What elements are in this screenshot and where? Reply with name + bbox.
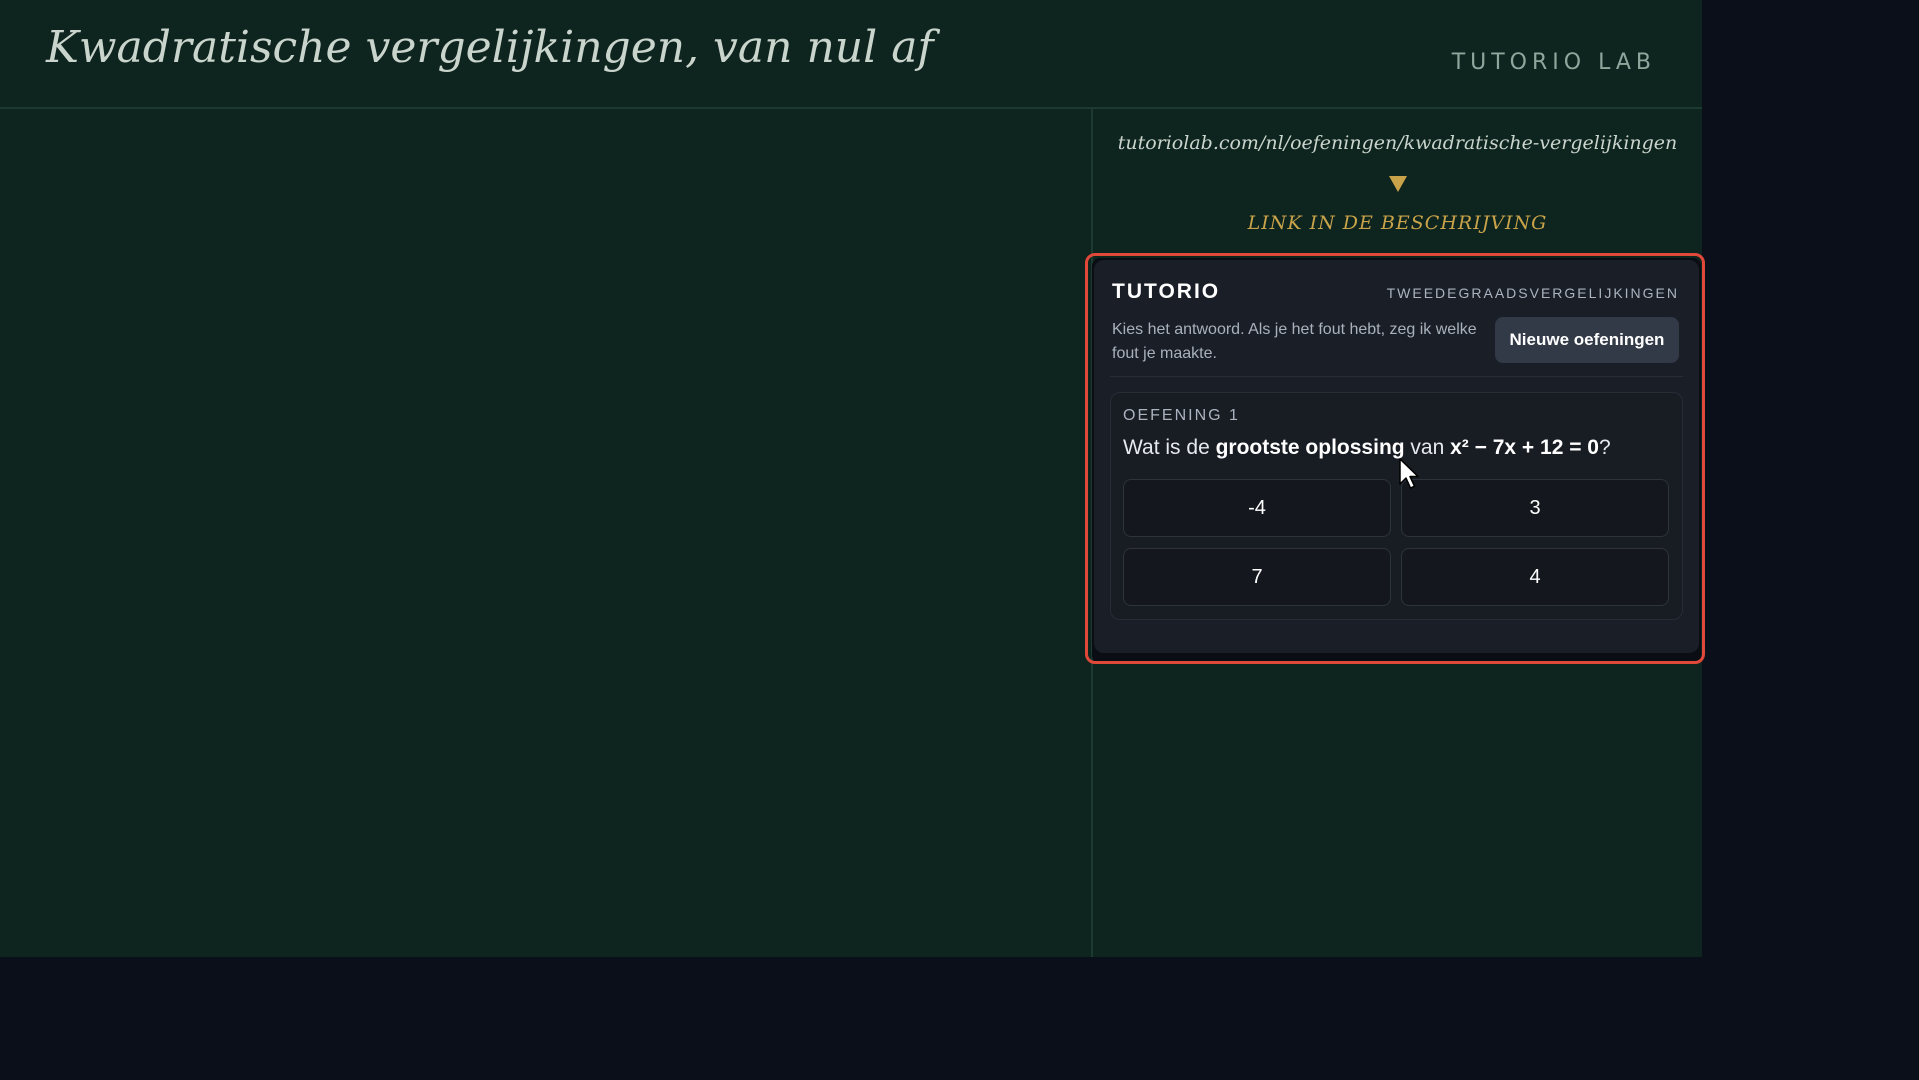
- page-bottom-area: [0, 957, 1919, 1080]
- video-stage: Kwadratische vergelijkingen, van nul af …: [0, 0, 1705, 957]
- mouse-cursor-icon: [1399, 458, 1419, 489]
- highlight-frame: [1085, 253, 1705, 664]
- header: Kwadratische vergelijkingen, van nul af …: [0, 0, 1702, 109]
- brand-logo-text: TUTORIO LAB: [1451, 50, 1656, 75]
- promo-cta: LINK IN DE BESCHRIJVING: [1247, 212, 1548, 234]
- page-title: Kwadratische vergelijkingen, van nul af: [46, 22, 934, 73]
- promo-url: tutoriolab.com/nl/oefeningen/kwadratisch…: [1117, 132, 1678, 154]
- triangle-down-icon: [1389, 176, 1407, 192]
